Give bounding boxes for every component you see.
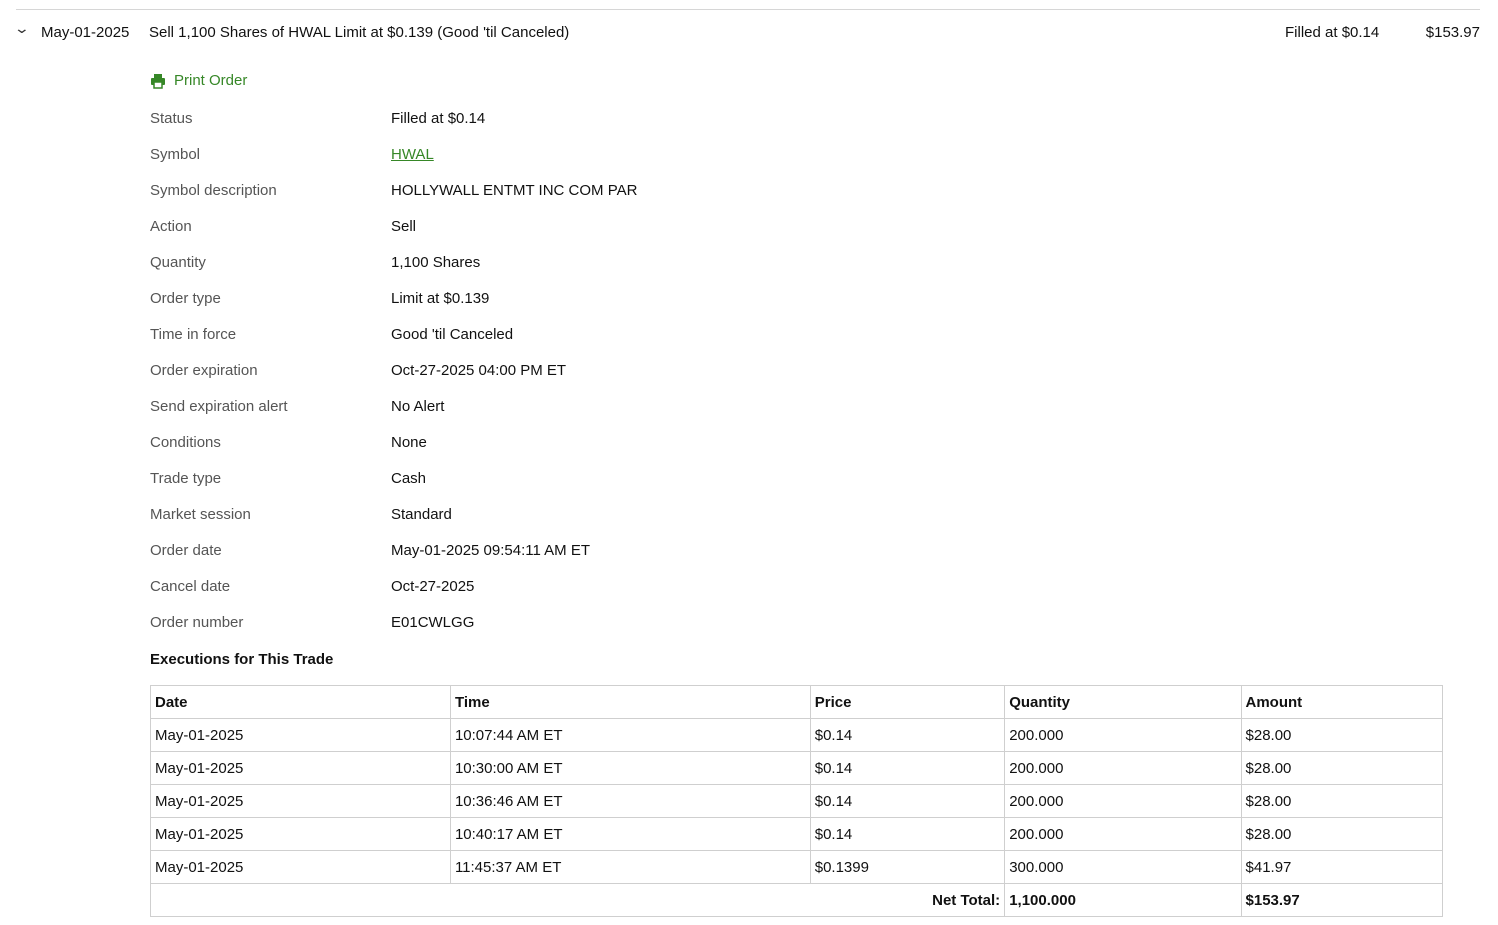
table-cell: $0.14	[809, 751, 1006, 785]
detail-label: Order date	[150, 542, 222, 559]
table-cell: $28.00	[1240, 817, 1444, 851]
column-header: Time	[449, 685, 811, 719]
detail-value: E01CWLGG	[391, 614, 475, 631]
table-cell: 10:30:00 AM ET	[449, 751, 811, 785]
detail-value: May-01-2025 09:54:11 AM ET	[391, 542, 590, 559]
detail-row: Conditions None	[150, 434, 637, 470]
order-amount: $153.97	[1425, 24, 1480, 41]
table-cell: $28.00	[1240, 751, 1444, 785]
detail-label: Trade type	[150, 470, 222, 487]
detail-label: Send expiration alert	[150, 398, 288, 415]
executions-title: Executions for This Trade	[150, 651, 334, 668]
table-cell: 10:40:17 AM ET	[449, 817, 811, 851]
column-header: Price	[809, 685, 1006, 719]
detail-value: No Alert	[391, 398, 445, 415]
detail-value: Cash	[391, 470, 427, 487]
net-total-row: Net Total: 1,100.000 $153.97	[149, 883, 1444, 917]
detail-label: Status	[150, 110, 193, 127]
chevron-down-icon[interactable]: ⌄	[14, 20, 30, 37]
detail-label: Order expiration	[150, 362, 258, 379]
detail-row: Cancel date Oct-27-2025	[150, 578, 637, 614]
net-total-amount: $153.97	[1240, 883, 1444, 917]
detail-label: Quantity	[150, 254, 206, 271]
detail-value: Limit at $0.139	[391, 290, 490, 307]
column-header: Amount	[1240, 685, 1444, 719]
detail-label: Conditions	[150, 434, 221, 451]
detail-row: Symbol description HOLLYWALL ENTMT INC CO…	[150, 182, 637, 218]
detail-label: Market session	[150, 506, 251, 523]
detail-value: Filled at $0.14	[391, 110, 486, 127]
table-cell: 11:45:37 AM ET	[449, 850, 811, 884]
net-total-quantity: 1,100.000	[1004, 883, 1242, 917]
table-row: May-01-2025 10:07:44 AM ET $0.14 200.000 $28…	[150, 718, 1444, 752]
detail-value: Oct-27-2025	[391, 578, 475, 595]
detail-label: Time in force	[150, 326, 237, 343]
table-cell: $0.14	[809, 718, 1006, 752]
table-cell: $0.1399	[809, 850, 1006, 884]
table-cell: $41.97	[1240, 850, 1444, 884]
detail-value: Good 'til Canceled	[391, 326, 514, 343]
order-status: Filled at $0.14	[1285, 24, 1380, 41]
order-summary-row[interactable]: ⌄ May-01-2025 Sell 1,100 Shares of HWAL …	[0, 20, 1480, 44]
detail-label: Cancel date	[150, 578, 231, 595]
detail-row: Symbol HWAL	[150, 146, 637, 182]
table-row: May-01-2025 10:40:17 AM ET $0.14 200.000 $28…	[150, 817, 1444, 851]
table-cell: 200.000	[1004, 784, 1242, 818]
table-cell: 10:07:44 AM ET	[449, 718, 811, 752]
table-cell: 10:36:46 AM ET	[449, 784, 811, 818]
detail-value: HWAL	[391, 146, 434, 182]
detail-label: Symbol description	[150, 182, 277, 199]
detail-row: Time in force Good 'til Canceled	[150, 326, 637, 362]
detail-row: Order type Limit at $0.139	[150, 290, 637, 326]
detail-label: Order number	[150, 614, 244, 631]
table-cell: $28.00	[1240, 784, 1444, 818]
detail-row: Market session Standard	[150, 506, 637, 542]
table-row: May-01-2025 11:45:37 AM ET $0.1399 300.000 $…	[150, 850, 1444, 884]
detail-value: 1,100 Shares	[391, 254, 481, 271]
detail-row: Trade type Cash	[150, 470, 637, 506]
table-cell: 200.000	[1004, 817, 1242, 851]
detail-value: None	[391, 434, 427, 451]
table-cell: May-01-2025	[150, 817, 451, 851]
divider	[16, 9, 1480, 10]
detail-row: Order date May-01-2025 09:54:11 AM ET	[150, 542, 637, 578]
table-cell: May-01-2025	[150, 850, 451, 884]
detail-label: Order type	[150, 290, 221, 307]
detail-row: Order number E01CWLGG	[150, 614, 637, 650]
table-cell: May-01-2025	[150, 784, 451, 818]
detail-value: Oct-27-2025 04:00 PM ET	[391, 362, 567, 379]
order-date: May-01-2025	[41, 24, 130, 41]
table-row: May-01-2025 10:36:46 AM ET $0.14 200.000 $28…	[150, 784, 1444, 818]
table-cell: $28.00	[1240, 718, 1444, 752]
table-cell: 200.000	[1004, 751, 1242, 785]
table-cell: May-01-2025	[150, 751, 451, 785]
detail-row: Order expiration Oct-27-2025 04:00 PM ET	[150, 362, 637, 398]
table-cell: May-01-2025	[150, 718, 451, 752]
detail-value: HOLLYWALL ENTMT INC COM PAR	[391, 182, 638, 199]
table-cell: $0.14	[809, 784, 1006, 818]
column-header: Quantity	[1004, 685, 1242, 719]
printer-icon	[151, 73, 165, 89]
print-order-label: Print Order	[174, 72, 248, 89]
detail-row: Action Sell	[150, 218, 637, 254]
detail-label: Symbol	[150, 146, 201, 163]
column-header: Date	[150, 685, 451, 719]
detail-row: Quantity 1,100 Shares	[150, 254, 637, 290]
table-cell: 200.000	[1004, 718, 1242, 752]
table-cell: $0.14	[809, 817, 1006, 851]
symbol-link[interactable]: HWAL	[391, 146, 434, 163]
print-order-link[interactable]: Print Order	[150, 72, 247, 89]
order-description: Sell 1,100 Shares of HWAL Limit at $0.13…	[149, 24, 570, 41]
detail-row: Status Filled at $0.14	[150, 110, 637, 146]
table-header-row: Date Time Price Quantity Amount	[150, 685, 1444, 719]
detail-label: Action	[150, 218, 192, 235]
detail-value: Sell	[391, 218, 417, 235]
table-cell: 300.000	[1004, 850, 1242, 884]
executions-table: Date Time Price Quantity Amount May-01-2025 1…	[149, 685, 1444, 917]
order-details: Status Filled at $0.14 Symbol HWAL Symbol de…	[150, 110, 637, 650]
table-row: May-01-2025 10:30:00 AM ET $0.14 200.000 $28…	[150, 751, 1444, 785]
detail-row: Send expiration alert No Alert	[150, 398, 637, 434]
detail-value: Standard	[391, 506, 452, 523]
net-total-label: Net Total:	[149, 883, 1006, 917]
